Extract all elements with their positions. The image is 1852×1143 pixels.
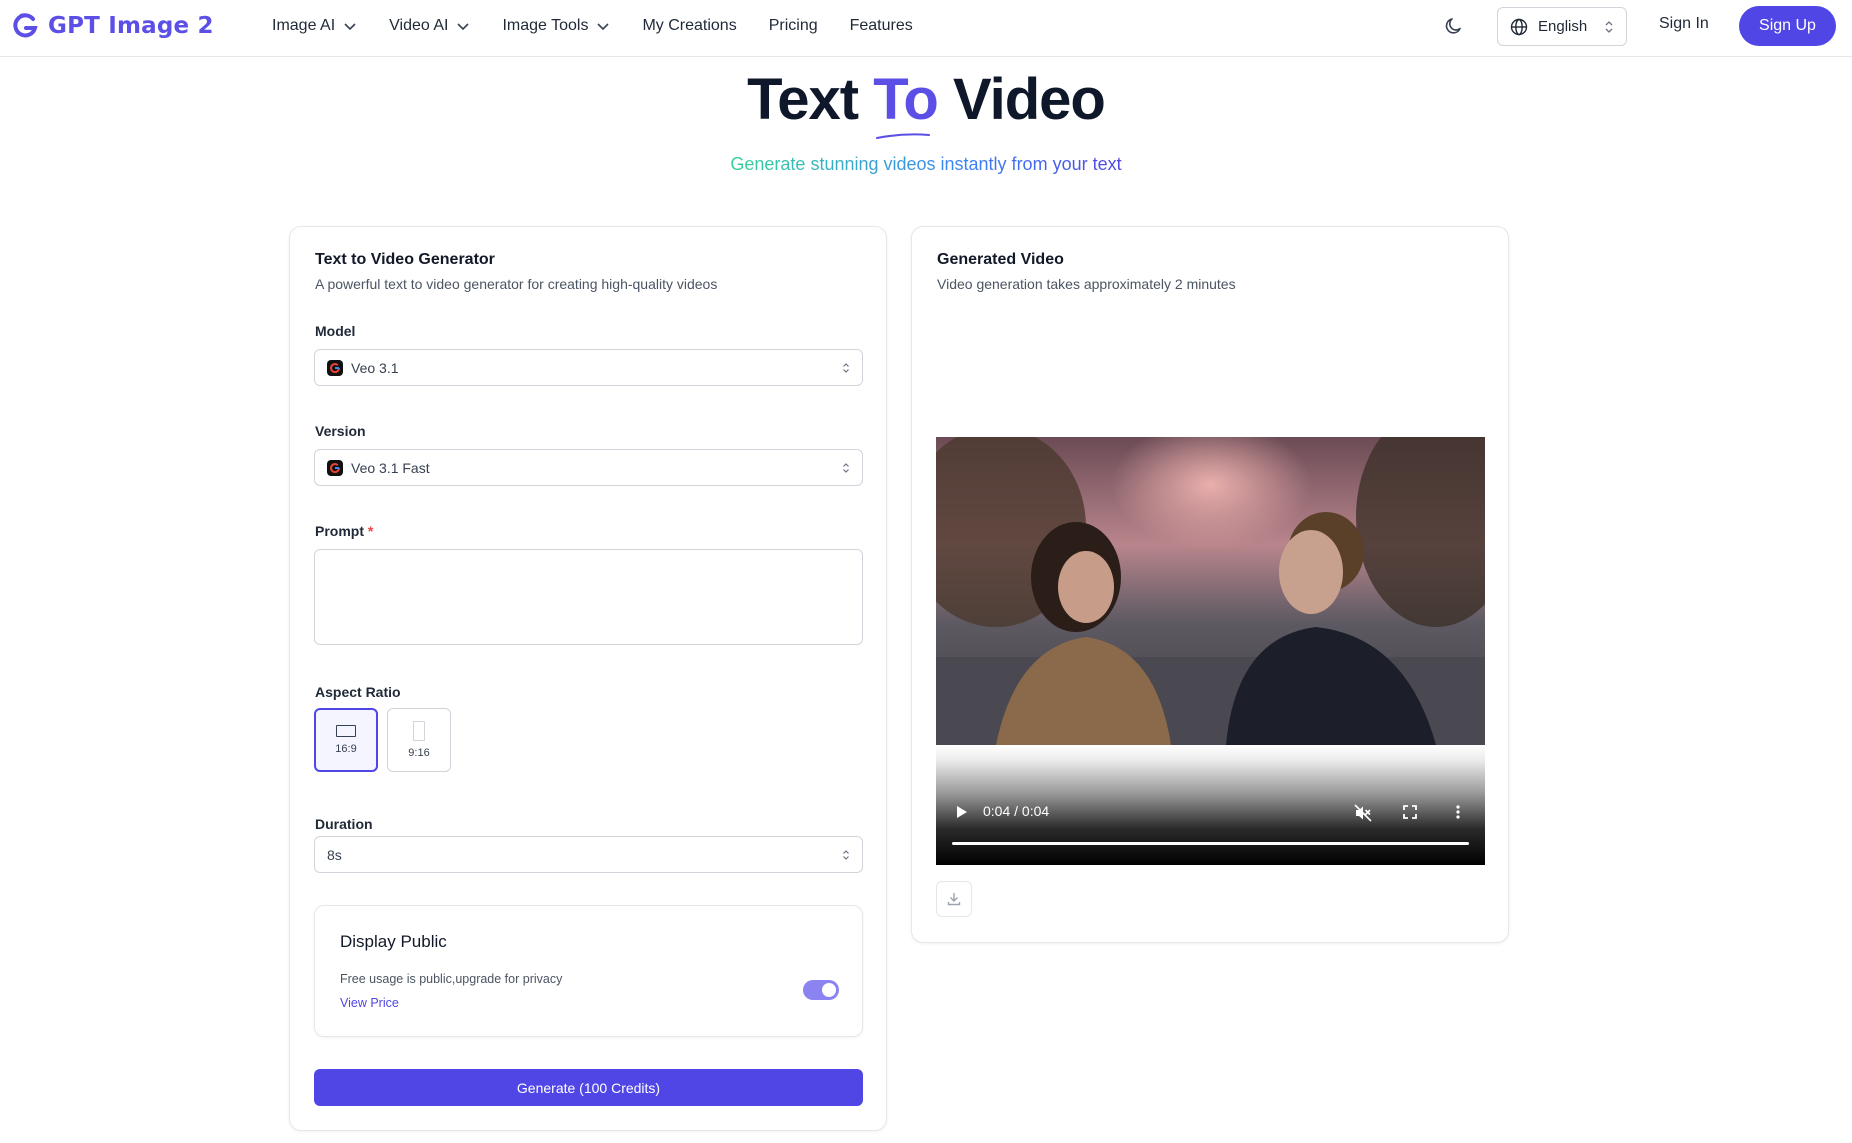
chevron-updown-icon	[1605, 20, 1613, 33]
duration-label: Duration	[315, 816, 373, 832]
display-public-title: Display Public	[340, 932, 447, 951]
download-icon	[947, 893, 961, 906]
google-icon	[327, 359, 343, 376]
chevron-updown-icon	[843, 362, 849, 373]
model-select[interactable]: Veo 3.1	[314, 349, 863, 386]
nav-video-ai[interactable]: Video AI	[389, 17, 470, 35]
underline-swoosh-icon	[876, 133, 931, 139]
subtitle-text: Generate stunning videos instantly from …	[730, 154, 1122, 174]
output-title: Generated Video	[937, 251, 1064, 268]
portrait-icon	[413, 721, 425, 741]
time-separator: /	[1014, 803, 1022, 819]
generate-button[interactable]: Generate (100 Credits)	[314, 1069, 863, 1106]
logo-mark-icon	[13, 13, 38, 38]
prompt-label-text: Prompt	[315, 523, 364, 539]
display-public-panel: Display Public Free usage is public,upgr…	[314, 905, 863, 1037]
nav-features[interactable]: Features	[850, 17, 913, 35]
toggle-knob	[822, 983, 836, 997]
generator-description: A powerful text to video generator for c…	[315, 276, 718, 292]
nav-label: Image Tools	[502, 17, 589, 34]
fullscreen-icon[interactable]	[1402, 804, 1418, 820]
sign-in-link[interactable]: Sign In	[1659, 15, 1709, 33]
aspect-option-label: 9:16	[408, 747, 430, 759]
video-time: 0:04 / 0:04	[983, 803, 1049, 819]
time-total: 0:04	[1021, 803, 1050, 819]
title-part-2: Video	[952, 67, 1106, 132]
more-vertical-icon[interactable]	[1450, 804, 1466, 820]
prompt-textarea[interactable]	[314, 549, 863, 645]
page-subtitle: Generate stunning videos instantly from …	[0, 154, 1852, 175]
logo-text: GPT Image 2	[48, 13, 214, 39]
play-icon[interactable]	[954, 805, 968, 819]
version-select[interactable]: Veo 3.1 Fast	[314, 449, 863, 486]
language-select[interactable]: English	[1497, 7, 1627, 46]
video-progress-bar[interactable]	[952, 842, 1469, 845]
aspect-9-16-button[interactable]: 9:16	[387, 708, 451, 772]
volume-muted-icon[interactable]	[1354, 804, 1372, 822]
video-player[interactable]: 0:04 / 0:04	[936, 437, 1485, 865]
prompt-label: Prompt *	[315, 523, 373, 539]
display-public-description: Free usage is public,upgrade for privacy	[340, 972, 563, 986]
duration-value: 8s	[327, 846, 342, 863]
page-title: Text To Video	[0, 66, 1852, 139]
landscape-icon	[336, 725, 356, 737]
version-label: Version	[315, 423, 366, 439]
output-card: Generated Video Video generation takes a…	[911, 226, 1509, 943]
chevron-updown-icon	[843, 462, 849, 473]
download-button[interactable]	[936, 881, 972, 917]
video-frame	[936, 437, 1485, 745]
moon-icon	[1445, 18, 1461, 34]
aspect-ratio-label: Aspect Ratio	[315, 684, 401, 700]
nav-label: Video AI	[389, 17, 449, 34]
aspect-16-9-button[interactable]: 16:9	[314, 708, 378, 772]
title-accent: To	[873, 67, 939, 139]
globe-icon	[1510, 18, 1528, 35]
nav-my-creations[interactable]: My Creations	[642, 17, 736, 35]
top-navbar: GPT Image 2 Image AI Video AI Image Tool…	[0, 0, 1852, 57]
chevron-down-icon	[457, 23, 470, 31]
required-marker: *	[367, 523, 374, 539]
nav-label: My Creations	[642, 17, 737, 34]
nav-image-ai[interactable]: Image AI	[272, 17, 357, 35]
nav-pricing[interactable]: Pricing	[769, 17, 818, 35]
theme-toggle-button[interactable]	[1440, 12, 1468, 40]
time-current: 0:04	[983, 803, 1011, 819]
language-value: English	[1538, 18, 1588, 35]
sign-up-button[interactable]: Sign Up	[1739, 6, 1836, 46]
generator-card: Text to Video Generator A powerful text …	[289, 226, 887, 1131]
output-description: Video generation takes approximately 2 m…	[937, 276, 1236, 292]
nav-label: Image AI	[272, 17, 336, 34]
chevron-down-icon	[597, 23, 610, 31]
model-value: Veo 3.1	[351, 359, 399, 376]
main-nav: Image AI Video AI Image Tools My Creatio…	[272, 0, 945, 52]
nav-label: Features	[849, 17, 913, 34]
nav-image-tools[interactable]: Image Tools	[502, 17, 610, 35]
duration-select[interactable]: 8s	[314, 836, 863, 873]
nav-label: Pricing	[768, 17, 818, 34]
generator-title: Text to Video Generator	[315, 251, 495, 268]
chevron-updown-icon	[843, 849, 849, 860]
video-controls: 0:04 / 0:04	[936, 745, 1485, 865]
display-public-toggle[interactable]	[803, 980, 839, 1000]
title-accent-text: To	[873, 67, 939, 132]
google-icon	[327, 459, 343, 476]
title-part-1: Text	[747, 67, 859, 132]
view-price-link[interactable]: View Price	[340, 996, 399, 1010]
model-label: Model	[315, 323, 356, 339]
chevron-down-icon	[344, 23, 356, 31]
aspect-option-label: 16:9	[335, 743, 357, 755]
logo[interactable]: GPT Image 2	[10, 10, 214, 42]
version-value: Veo 3.1 Fast	[351, 459, 430, 476]
